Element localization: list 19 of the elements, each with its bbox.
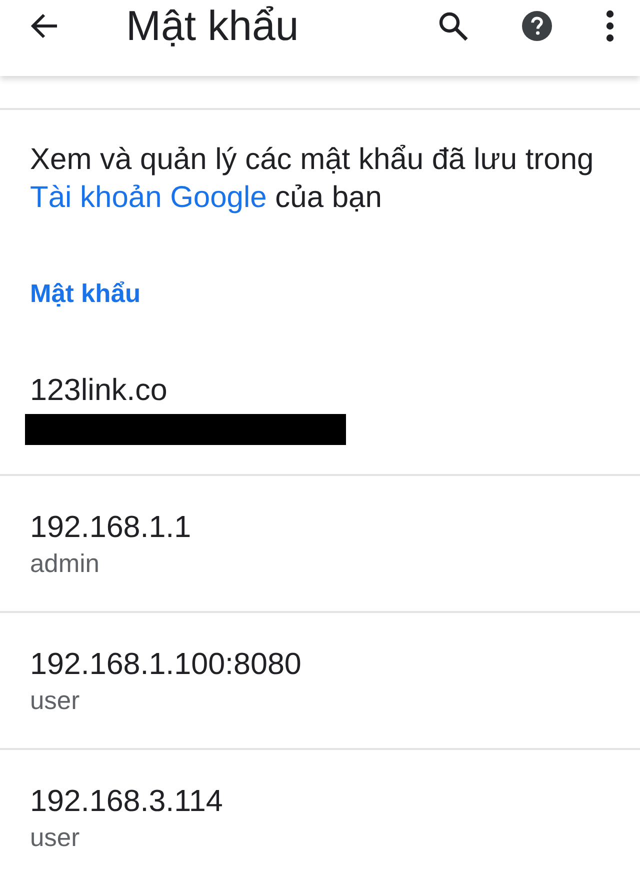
page-title: Mật khẩu [126, 1, 300, 51]
username-text: admin [30, 548, 100, 578]
password-row[interactable]: 192.168.1.1 admin [0, 476, 640, 613]
more-options-icon [606, 10, 614, 42]
password-row[interactable]: 192.168.1.100:8080 user [0, 613, 640, 750]
password-row[interactable]: 192.168.3.114 user [0, 750, 640, 884]
search-icon [438, 11, 468, 41]
help-icon [522, 11, 552, 41]
password-row[interactable]: 123link.co [0, 369, 640, 476]
site-name: 192.168.1.100:8080 [30, 646, 302, 682]
username-text: user [30, 686, 80, 716]
section-title: Mật khẩu [30, 279, 141, 309]
username-text: user [30, 822, 80, 852]
site-name: 123link.co [30, 372, 168, 408]
description-text: Xem và quản lý các mật khẩu đã lưu trong Tài khoản Google của bạn [29, 142, 595, 216]
site-name: 192.168.1.1 [30, 508, 192, 544]
back-arrow-icon [30, 13, 58, 39]
site-name: 192.168.3.114 [30, 782, 223, 818]
google-account-link[interactable]: Tài khoản Google [30, 181, 267, 214]
